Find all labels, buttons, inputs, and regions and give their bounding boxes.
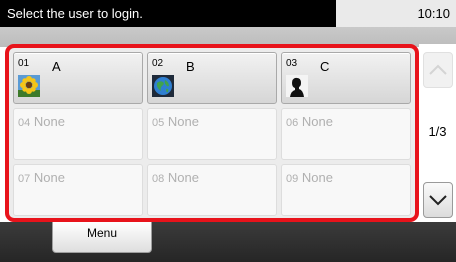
page-indicator: 1/3 bbox=[428, 124, 447, 139]
user-name: A bbox=[52, 59, 61, 74]
chevron-down-icon bbox=[429, 195, 447, 206]
user-tile-07[interactable]: 07 None bbox=[13, 164, 143, 216]
user-tile-08[interactable]: 08 None bbox=[147, 164, 277, 216]
user-number: 03 bbox=[286, 58, 298, 69]
user-name: None bbox=[301, 114, 333, 129]
user-tile-06[interactable]: 06 None bbox=[281, 108, 411, 160]
user-tile-04[interactable]: 04 None bbox=[13, 108, 143, 160]
globe-icon bbox=[152, 75, 174, 97]
user-number: 01 bbox=[18, 58, 30, 69]
page-up-button[interactable] bbox=[423, 52, 453, 88]
status-bar: Select the user to login. 10:10 bbox=[0, 0, 456, 27]
chevron-up-icon bbox=[429, 64, 447, 75]
user-name: C bbox=[320, 59, 330, 74]
page-down-button[interactable] bbox=[423, 182, 453, 218]
user-number: 07 bbox=[18, 173, 31, 185]
user-selection-panel: 01 A 02 B 03 C 04 None 05 None 06 None 0… bbox=[5, 44, 419, 222]
user-name: None bbox=[167, 114, 199, 129]
clock: 10:10 bbox=[417, 6, 450, 21]
user-number: 06 bbox=[286, 117, 299, 129]
user-name: None bbox=[167, 170, 199, 185]
user-number: 09 bbox=[286, 173, 299, 185]
page-scroller: 1/3 bbox=[419, 44, 456, 222]
user-number: 08 bbox=[152, 173, 165, 185]
sunflower-icon bbox=[18, 75, 40, 97]
user-number: 04 bbox=[18, 117, 31, 129]
user-tile-05[interactable]: 05 None bbox=[147, 108, 277, 160]
user-name: B bbox=[186, 59, 195, 74]
user-tile-01[interactable]: 01 A bbox=[13, 52, 143, 104]
user-name: None bbox=[33, 114, 65, 129]
silhouette-icon bbox=[286, 75, 308, 97]
user-tile-03[interactable]: 03 C bbox=[281, 52, 411, 104]
user-name: None bbox=[33, 170, 65, 185]
user-name: None bbox=[301, 170, 333, 185]
status-message: Select the user to login. bbox=[0, 0, 336, 27]
user-tile-02[interactable]: 02 B bbox=[147, 52, 277, 104]
user-number: 02 bbox=[152, 58, 164, 69]
user-tile-09[interactable]: 09 None bbox=[281, 164, 411, 216]
user-number: 05 bbox=[152, 117, 165, 129]
menu-button[interactable]: Menu bbox=[52, 222, 152, 253]
